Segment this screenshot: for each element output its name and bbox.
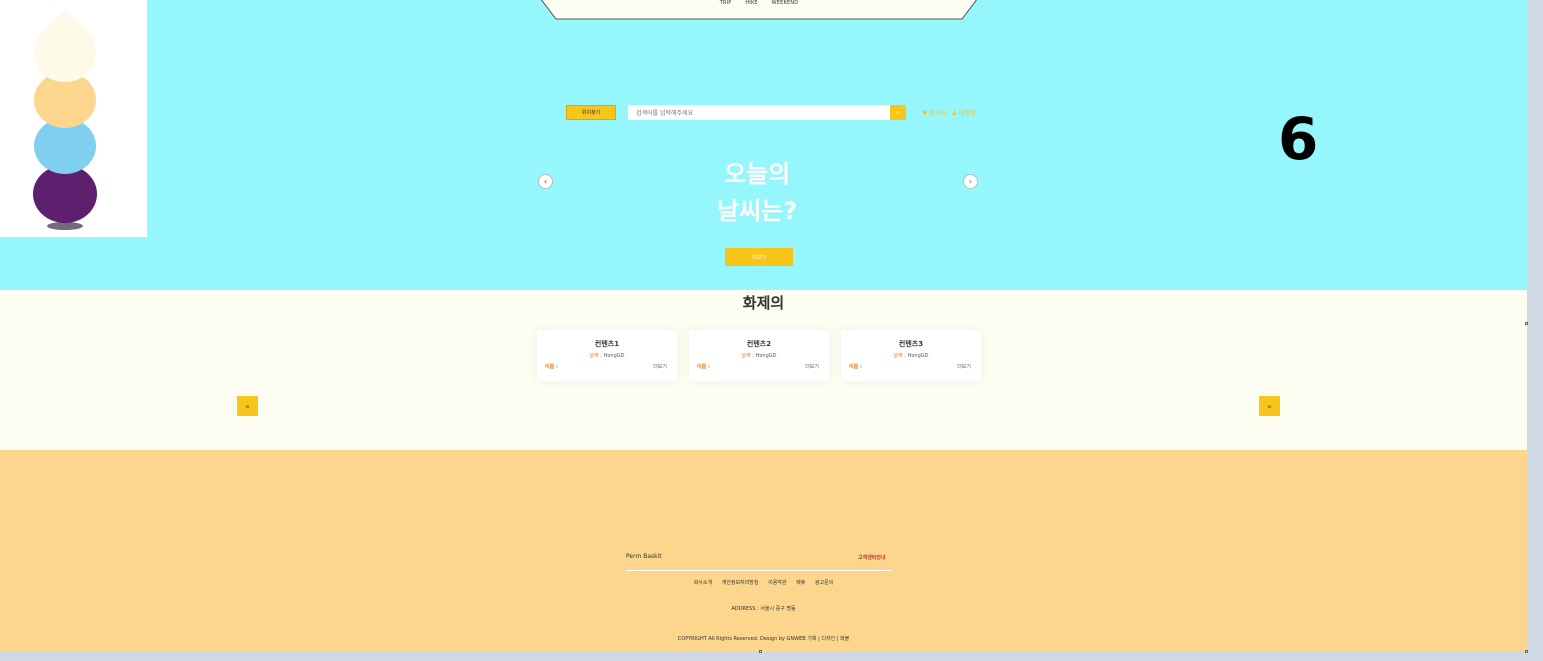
resize-handle-right[interactable]	[1525, 322, 1528, 325]
hero-title: 오늘의 날씨는?	[686, 156, 886, 230]
card-subtitle: 날짜 : HongGD	[841, 352, 981, 359]
footer-link[interactable]: 이용약관	[768, 580, 786, 586]
top-navigation: TRIP HIKE WEEKEND	[540, 0, 978, 20]
card-more-link[interactable]: 더보기	[653, 363, 667, 370]
card-title: 컨텐츠1	[594, 340, 620, 348]
trending-prev-button[interactable]: «	[237, 396, 258, 416]
footer-link[interactable]: 제휴	[796, 580, 805, 586]
stacked-scoops-logo-icon	[33, 8, 97, 230]
card-title: 컨텐츠2	[746, 340, 772, 348]
search-button[interactable]: ⌕	[890, 105, 906, 120]
card-sub-value: : HongGD	[750, 353, 777, 359]
card-name-label: 이름 :	[697, 364, 710, 370]
user-status-links[interactable]: ♥ 좋아요 · ♟ 내정보	[922, 108, 975, 117]
footer-link[interactable]: 회사소개	[694, 580, 712, 586]
site-footer: Perm Baskit 고객센터안내 회사소개 개인정보처리방침 이용약관 제휴…	[0, 450, 1527, 652]
hero-title-line-2: 날씨는?	[717, 197, 798, 225]
search-icon: ⌕	[896, 108, 900, 116]
footer-divider	[626, 570, 892, 571]
footer-copyright: COPYRIGHT All Rights Reserved. Design by…	[677, 636, 850, 642]
nav-link-weekend[interactable]: WEEKEND	[772, 0, 799, 6]
resize-handle-bottom[interactable]	[759, 650, 762, 653]
overlay-badge: 6	[1278, 105, 1319, 173]
trending-section: 화제의 컨텐츠1 날짜 : HongGD 이름 : 더보기 컨텐츠2 날짜 : …	[0, 290, 1527, 450]
content-card[interactable]: 컨텐츠2 날짜 : HongGD 이름 : 더보기	[689, 330, 829, 381]
search-input[interactable]: 검색어를 입력해주세요	[628, 105, 890, 120]
hero-next-button[interactable]: ›	[963, 174, 978, 189]
footer-links: 회사소개 개인정보처리방침 이용약관 제휴 광고문의	[0, 579, 1527, 586]
hero-section: TRIP HIKE WEEKEND 위치찾기 검색어를 입력해주세요 ⌕ ♥ 좋…	[0, 0, 1527, 290]
trending-next-button[interactable]: »	[1259, 396, 1280, 416]
logo-panel	[0, 0, 147, 237]
card-more-link[interactable]: 더보기	[957, 363, 971, 370]
nav-link-trip[interactable]: TRIP	[720, 0, 732, 6]
footer-brand: Perm Baskit	[626, 553, 662, 560]
footer-address: ADDRESS : 서울시 중구 명동	[731, 606, 796, 612]
card-subtitle: 날짜 : HongGD	[689, 352, 829, 359]
footer-link[interactable]: 개인정보처리방침	[722, 580, 759, 586]
card-name-label: 이름 :	[545, 364, 558, 370]
nav-link-hike[interactable]: HIKE	[745, 0, 757, 6]
content-card[interactable]: 컨텐츠1 날짜 : HongGD 이름 : 더보기	[537, 330, 677, 381]
hero-title-line-1: 오늘의	[724, 160, 791, 188]
card-sub-value: : HongGD	[598, 353, 625, 359]
card-title: 컨텐츠3	[898, 340, 924, 348]
card-sub-value: : HongGD	[902, 353, 929, 359]
top-nav-links: TRIP HIKE WEEKEND	[540, 0, 978, 6]
trending-title: 화제의	[742, 294, 785, 312]
card-sub-label: 날짜	[741, 353, 751, 359]
hero-cta-button[interactable]: 더보기	[725, 248, 793, 266]
card-more-link[interactable]: 더보기	[805, 363, 819, 370]
location-button[interactable]: 위치찾기	[566, 105, 616, 120]
page-canvas: TRIP HIKE WEEKEND 위치찾기 검색어를 입력해주세요 ⌕ ♥ 좋…	[0, 0, 1527, 652]
resize-handle-corner[interactable]	[1525, 650, 1528, 653]
footer-right-label[interactable]: 고객센터안내	[858, 554, 886, 561]
hero-prev-button[interactable]: ‹	[538, 174, 553, 189]
card-sub-label: 날짜	[589, 353, 599, 359]
footer-link[interactable]: 광고문의	[815, 580, 833, 586]
card-name-label: 이름 :	[849, 364, 862, 370]
card-sub-label: 날짜	[893, 353, 903, 359]
content-card[interactable]: 컨텐츠3 날짜 : HongGD 이름 : 더보기	[841, 330, 981, 381]
card-subtitle: 날짜 : HongGD	[537, 352, 677, 359]
